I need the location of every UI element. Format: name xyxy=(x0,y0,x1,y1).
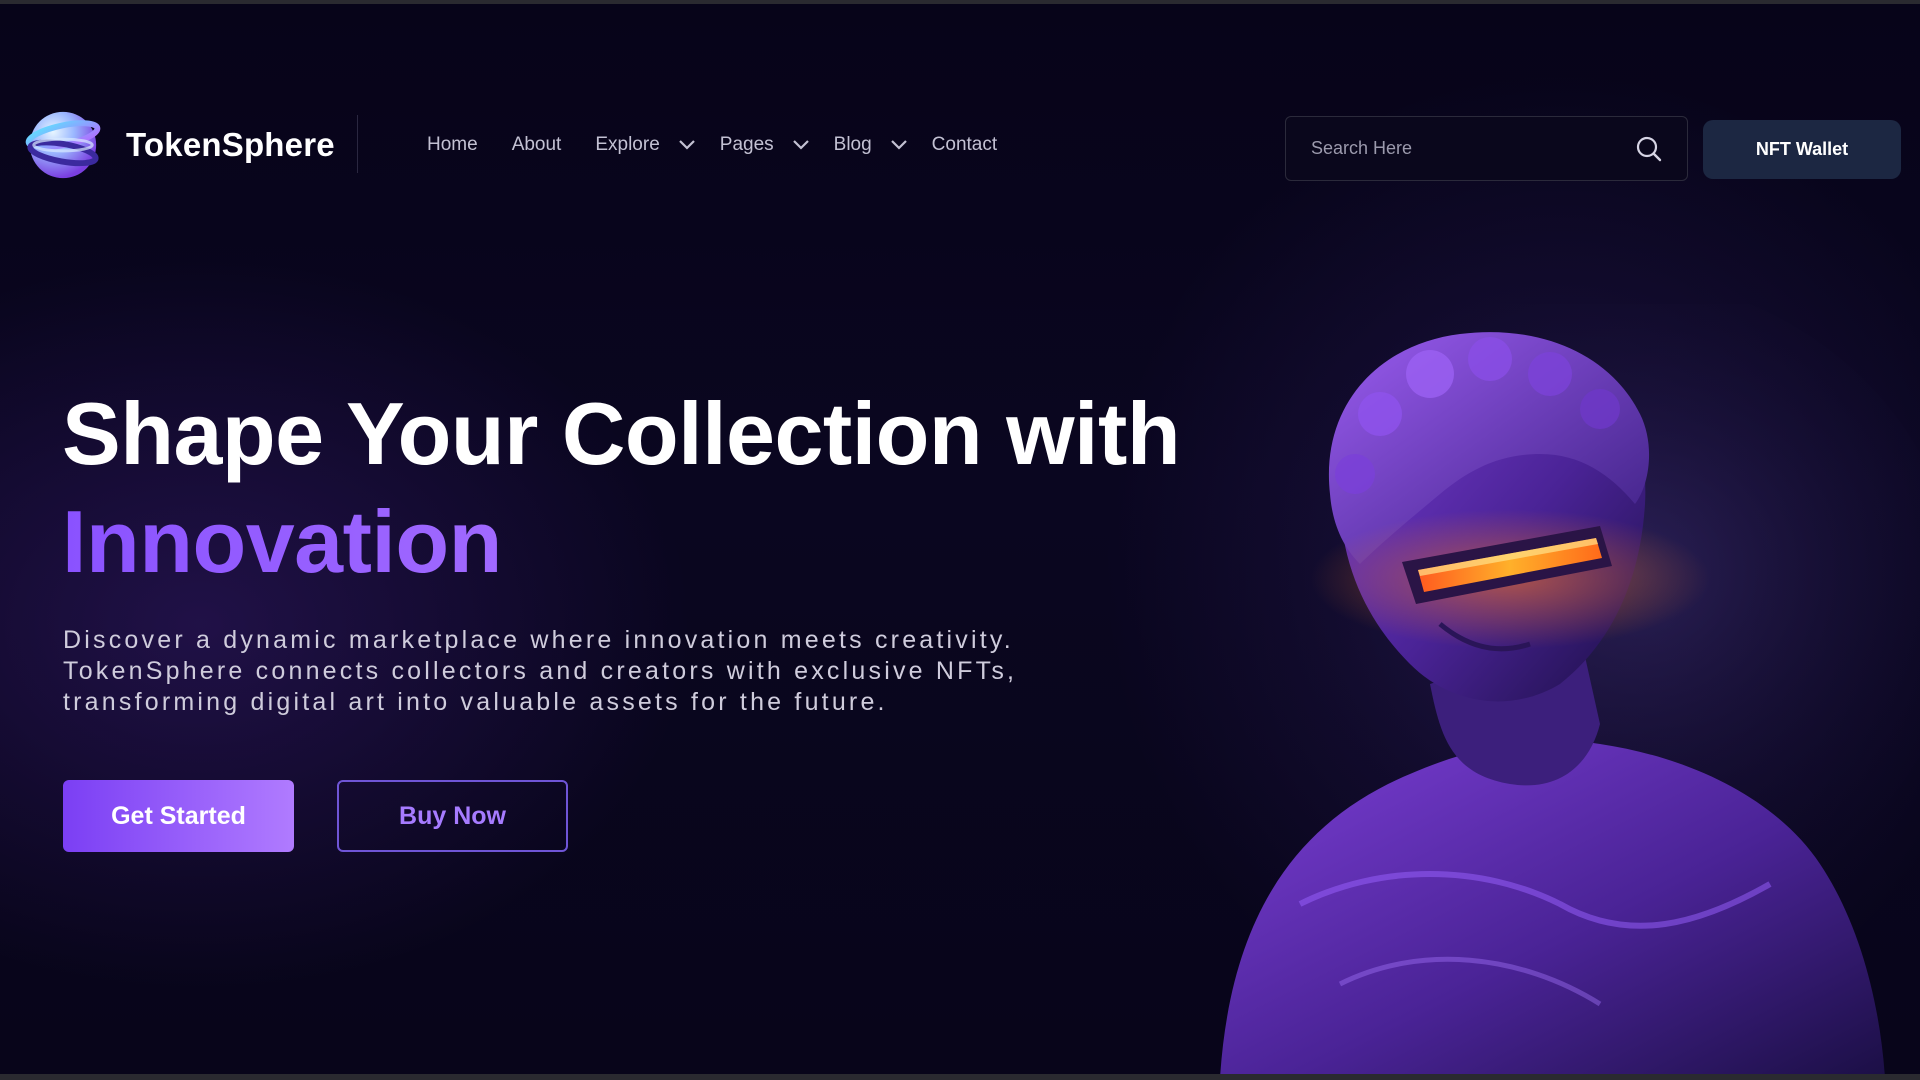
search-box xyxy=(1285,116,1688,181)
nav-item-label: Pages xyxy=(719,134,774,155)
nav-item-label: Blog xyxy=(833,134,872,155)
buy-now-button[interactable]: Buy Now xyxy=(337,780,568,852)
nav-item-label: Explore xyxy=(595,134,660,155)
nav-item-explore[interactable]: Explore xyxy=(595,134,695,156)
chevron-down-icon xyxy=(678,140,695,150)
search-input[interactable] xyxy=(1286,138,1635,159)
nav-item-contact[interactable]: Contact xyxy=(932,134,997,156)
nav-item-pages[interactable]: Pages xyxy=(720,134,810,156)
get-started-button[interactable]: Get Started xyxy=(63,780,294,852)
nav-item-home[interactable]: Home xyxy=(427,134,478,156)
nav-item-label: About xyxy=(511,134,562,155)
hero-title-accent: Innovation xyxy=(62,488,1180,596)
search-icon[interactable] xyxy=(1635,135,1663,163)
landing-page: TokenSphere Home About Explore Pages Blo… xyxy=(0,0,1920,1080)
nft-wallet-button[interactable]: NFT Wallet xyxy=(1703,120,1901,179)
chevron-down-icon xyxy=(792,140,809,150)
nav-item-label: Home xyxy=(427,134,478,155)
hero-title: Shape Your Collection with Innovation xyxy=(62,380,1181,596)
chevron-down-icon xyxy=(890,140,907,150)
nav-item-blog[interactable]: Blog xyxy=(834,134,908,156)
nav-item-label: Contact xyxy=(931,134,998,155)
hero-description: Discover a dynamic marketplace where inn… xyxy=(63,626,1018,716)
sphere-logo-icon[interactable] xyxy=(24,106,102,184)
hero-title-line1: Shape Your Collection with xyxy=(62,384,1181,483)
brand-name[interactable]: TokenSphere xyxy=(126,126,335,164)
main-nav: Home About Explore Pages Blog Contact xyxy=(427,130,1031,160)
nav-item-about[interactable]: About xyxy=(512,134,562,156)
cyber-statue-image xyxy=(1220,304,1920,1074)
brand-divider xyxy=(357,115,358,173)
